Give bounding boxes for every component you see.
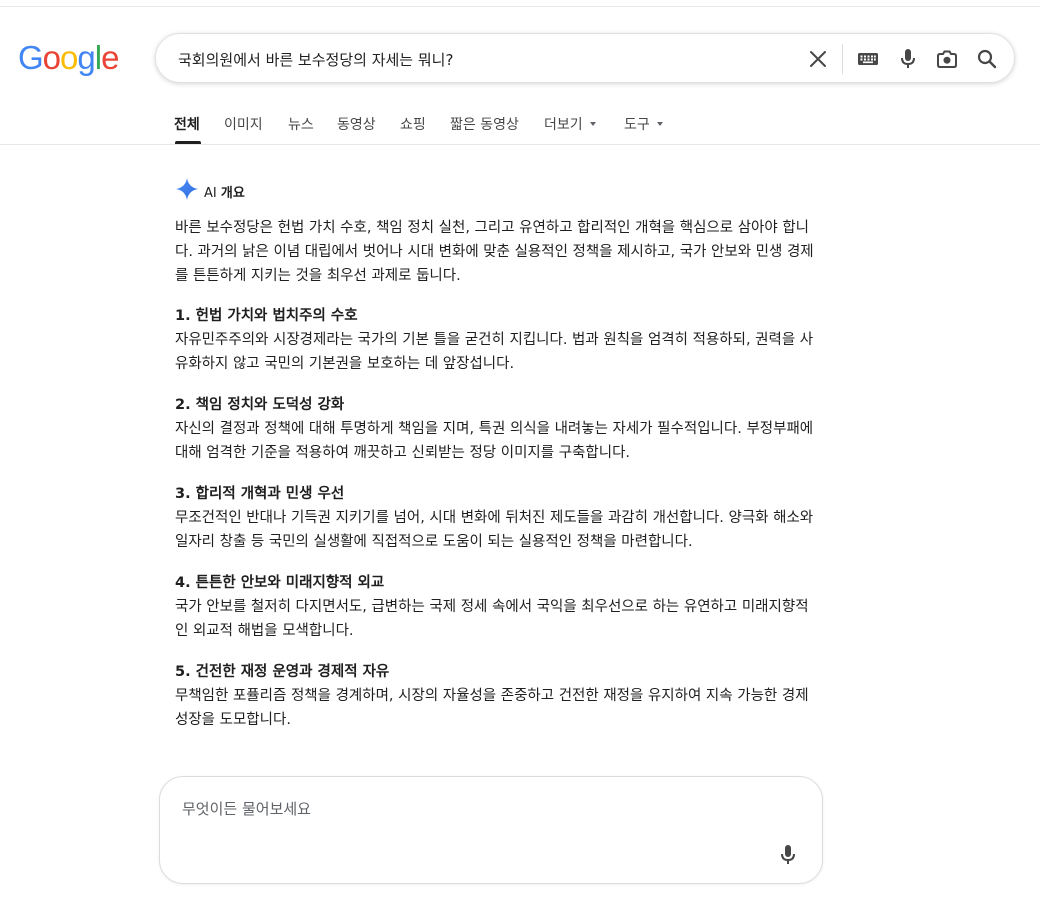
logo-letter: e <box>101 39 119 76</box>
mic-icon[interactable] <box>776 843 800 867</box>
ai-overview-label: AI 개요 <box>204 182 245 201</box>
logo-letter: o <box>60 39 78 76</box>
tab-more[interactable]: 더보기 <box>544 114 596 134</box>
tab-videos[interactable]: 동영상 <box>337 114 376 134</box>
section-title: 3. 합리적 개혁과 민생 우선 <box>175 486 345 502</box>
section-title: 1. 헌법 가치와 법치주의 수호 <box>175 308 358 324</box>
chevron-down-icon <box>656 122 663 126</box>
keyboard-icon[interactable] <box>856 47 880 71</box>
google-logo[interactable]: Google <box>18 39 119 76</box>
overview-section: 2. 책임 정치와 도덕성 강화 자신의 결정과 정책에 대해 투명하게 책임을… <box>175 393 815 465</box>
ai-overview-intro: 바른 보수정당은 헌법 가치 수호, 책임 정치 실천, 그리고 유연하고 합리… <box>175 220 814 284</box>
overview-section: 1. 헌법 가치와 법치주의 수호 자유민주주의와 시장경제라는 국가의 기본 … <box>175 304 815 376</box>
overview-section: 3. 합리적 개혁과 민생 우선 무조건적인 반대나 기득권 지키기를 넘어, … <box>175 482 815 554</box>
search-icon[interactable] <box>975 47 999 71</box>
ai-overview-content: 바른 보수정당은 헌법 가치 수호, 책임 정치 실천, 그리고 유연하고 합리… <box>175 216 815 749</box>
ai-label-text: 개요 <box>220 186 245 201</box>
search-box[interactable]: 국회의원에서 바른 보수정당의 자세는 뭐니? <box>155 33 1015 83</box>
ask-input[interactable] <box>180 799 744 819</box>
tab-news[interactable]: 뉴스 <box>288 114 314 134</box>
section-title: 5. 건전한 재정 운영과 경제적 자유 <box>175 664 390 680</box>
logo-letter: G <box>18 39 44 76</box>
tab-shopping[interactable]: 쇼핑 <box>400 114 426 134</box>
tab-tools[interactable]: 도구 <box>624 114 663 134</box>
search-query[interactable]: 국회의원에서 바른 보수정당의 자세는 뭐니? <box>178 49 453 70</box>
tab-tools-label: 도구 <box>624 117 650 133</box>
section-title: 2. 책임 정치와 도덕성 강화 <box>175 397 345 413</box>
sparkle-icon <box>176 178 198 204</box>
search-divider <box>842 44 843 74</box>
overview-section: 4. 튼튼한 안보와 미래지향적 외교 국가 안보를 철저히 다지면서도, 급변… <box>175 571 815 643</box>
lens-icon[interactable] <box>935 47 959 71</box>
logo-letter: o <box>42 39 61 76</box>
logo-letter: g <box>77 39 95 76</box>
tabs-divider <box>0 144 1040 145</box>
close-icon[interactable] <box>806 47 830 71</box>
section-body: 무책임한 포퓰리즘 정책을 경계하며, 시장의 자율성을 존중하고 건전한 재정… <box>175 688 809 728</box>
section-title: 4. 튼튼한 안보와 미래지향적 외교 <box>175 575 385 591</box>
ai-label-prefix: AI <box>204 186 217 201</box>
section-body: 자신의 결정과 정책에 대해 투명하게 책임을 지며, 특권 의식을 내려놓는 … <box>175 421 814 461</box>
section-body: 자유민주주의와 시장경제라는 국가의 기본 틀을 굳건히 지킵니다. 법과 원칙… <box>175 332 814 372</box>
tab-more-label: 더보기 <box>544 117 583 133</box>
tab-all[interactable]: 전체 <box>174 114 200 134</box>
mic-icon[interactable] <box>896 47 920 71</box>
top-divider <box>0 6 1040 7</box>
ask-box[interactable] <box>159 776 823 884</box>
chevron-down-icon <box>589 122 596 126</box>
tab-short-videos[interactable]: 짧은 동영상 <box>450 114 519 134</box>
overview-section: 5. 건전한 재정 운영과 경제적 자유 무책임한 포퓰리즘 정책을 경계하며,… <box>175 660 815 732</box>
tab-images[interactable]: 이미지 <box>224 114 263 134</box>
section-body: 국가 안보를 철저히 다지면서도, 급변하는 국제 정세 속에서 국익을 최우선… <box>175 599 809 639</box>
section-body: 무조건적인 반대나 기득권 지키기를 넘어, 시대 변화에 뒤처진 제도들을 과… <box>175 510 814 550</box>
